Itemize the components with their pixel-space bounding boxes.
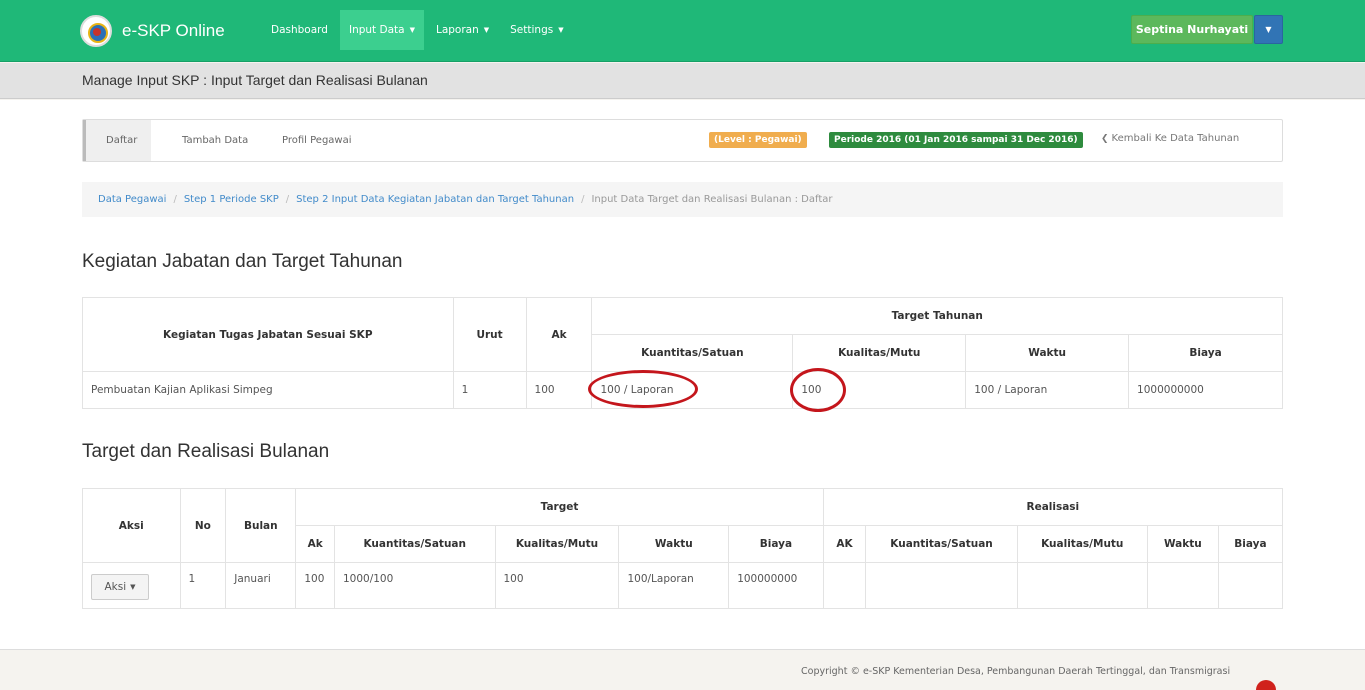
breadcrumb-separator: / [173, 194, 177, 205]
table-cell: Pembuatan Kajian Aplikasi Simpeg [82, 371, 454, 409]
breadcrumb: Data Pegawai / Step 1 Periode SKP / Step… [82, 182, 1283, 217]
breadcrumb-link[interactable]: Step 1 Periode SKP [184, 194, 279, 205]
col-header: Kualitas/Mutu [494, 525, 620, 563]
col-header: AK [822, 525, 867, 563]
table-cell [865, 562, 1018, 609]
breadcrumb-separator: / [285, 194, 290, 205]
col-header: Ak [525, 297, 593, 372]
back-link[interactable]: ❮ Kembali Ke Data Tahunan [1101, 133, 1239, 144]
nav-dashboard-label: Dashboard [271, 24, 328, 36]
tab-profil-pegawai[interactable]: Profil Pegawai [282, 120, 352, 161]
table-cell: Aksi ▼ [82, 562, 181, 609]
nav-dashboard[interactable]: Dashboard [262, 10, 337, 50]
table-cell: 1000000000 [1128, 371, 1283, 409]
table-cell [822, 562, 867, 609]
table-cell: 100 [525, 371, 593, 409]
chevron-left-icon: ❮ [1101, 134, 1109, 144]
col-header-group: Target [295, 488, 824, 526]
col-header: Aksi [82, 488, 181, 563]
nav-input-data-label: Input Data [348, 24, 405, 36]
back-link-label: Kembali Ke Data Tahunan [1111, 133, 1240, 144]
tab-tambah-data[interactable]: Tambah Data [182, 120, 248, 161]
nav-laporan-label: Laporan [435, 24, 479, 36]
breadcrumb-link[interactable]: Data Pegawai [98, 194, 166, 205]
breadcrumb-link[interactable]: Step 2 Input Data Kegiatan Jabatan dan T… [296, 194, 574, 205]
col-header: Biaya [1217, 525, 1284, 563]
nav-laporan[interactable]: Laporan ▼ [427, 10, 498, 50]
col-header: Kualitas/Mutu [792, 334, 967, 372]
section-title-target: Target dan Realisasi Bulanan [82, 441, 330, 462]
aksi-button-label: Aksi [104, 581, 127, 593]
caret-down-icon: ▼ [483, 26, 490, 34]
table-cell [1016, 562, 1148, 609]
col-header: Ak [295, 525, 335, 563]
col-header: Waktu [1146, 525, 1219, 563]
target-realisasi-table: Aksi No Bulan Target Realisasi Ak Kuanti… [82, 488, 1284, 609]
table-cell: 1 [179, 562, 227, 609]
col-header-group: Realisasi [822, 488, 1284, 526]
table-cell: 100 / Laporan [965, 371, 1130, 409]
brand[interactable]: e-SKP Online [80, 11, 225, 51]
table-cell: 100 [295, 562, 335, 609]
main-nav: Dashboard Input Data ▼ Laporan ▼ Settings ▼ [262, 10, 576, 50]
table-row: Aksi ▼ 1 Januari 100 1000/100 100 100/Lap… [82, 562, 1284, 609]
breadcrumb-current: Input Data Target dan Realisasi Bulanan … [591, 194, 833, 205]
table-cell [1146, 562, 1219, 609]
col-header: Waktu [618, 525, 730, 563]
col-header: Kuantitas/Satuan [865, 525, 1018, 563]
user-button[interactable]: Septina Nurhayati [1131, 15, 1253, 44]
col-header: Biaya [728, 525, 824, 563]
app-logo [80, 15, 112, 47]
highlight-circle [588, 370, 698, 408]
col-header: Kuantitas/Satuan [591, 334, 794, 372]
nav-input-data[interactable]: Input Data ▼ [339, 10, 424, 50]
col-header: Waktu [965, 334, 1130, 372]
col-header: Kualitas/Mutu [1016, 525, 1148, 563]
notification-badge[interactable] [1256, 680, 1276, 690]
col-header: Urut [452, 297, 527, 372]
brand-title: e-SKP Online [122, 21, 225, 40]
tab-daftar-label: Daftar [106, 135, 138, 146]
col-header: Biaya [1128, 334, 1283, 372]
caret-down-icon: ▼ [409, 26, 415, 34]
nav-settings[interactable]: Settings ▼ [501, 10, 572, 50]
col-header: Kuantitas/Satuan [333, 525, 496, 563]
aksi-dropdown-button[interactable]: Aksi ▼ [91, 574, 149, 600]
level-badge: (Level : Pegawai) [709, 132, 807, 148]
highlight-circle [790, 368, 846, 412]
page-title: Manage Input SKP : Input Target dan Real… [82, 72, 428, 88]
table-cell: 100/Laporan [618, 562, 730, 609]
caret-down-icon: ▼ [130, 583, 136, 591]
table-cell: Januari [225, 562, 297, 609]
caret-down-icon: ▼ [558, 26, 564, 34]
col-header-group: Target Tahunan [591, 297, 1283, 335]
col-header: No [179, 488, 227, 563]
col-header: Kegiatan Tugas Jabatan Sesuai SKP [82, 297, 454, 372]
table-cell: 100000000 [728, 562, 824, 609]
tab-profil-pegawai-label: Profil Pegawai [282, 135, 352, 146]
nav-settings-label: Settings [510, 24, 554, 36]
periode-badge: Periode 2016 (01 Jan 2016 sampai 31 Dec … [829, 132, 1083, 148]
tab-tambah-data-label: Tambah Data [182, 135, 249, 146]
tab-daftar[interactable]: Daftar [83, 120, 152, 161]
footer-copyright: Copyright © e-SKP Kementerian Desa, Pemb… [801, 666, 1231, 677]
breadcrumb-separator: / [581, 194, 585, 205]
main-content: Daftar Tambah Data Profil Pegawai (Level… [0, 100, 1365, 650]
table-cell: 100 [494, 562, 620, 609]
page-header: Manage Input SKP : Input Target dan Real… [0, 63, 1365, 99]
table-cell: 1000/100 [333, 562, 496, 609]
section-title-kegiatan: Kegiatan Jabatan dan Target Tahunan [82, 251, 403, 272]
col-header: Bulan [225, 488, 297, 563]
top-navbar: e-SKP Online Dashboard Input Data ▼ Lapor… [0, 0, 1365, 62]
table-cell: 1 [452, 371, 527, 409]
tabs-bar: Daftar Tambah Data Profil Pegawai (Level… [82, 119, 1283, 162]
table-cell [1217, 562, 1284, 609]
user-dropdown-toggle[interactable]: ▼ [1254, 15, 1283, 44]
